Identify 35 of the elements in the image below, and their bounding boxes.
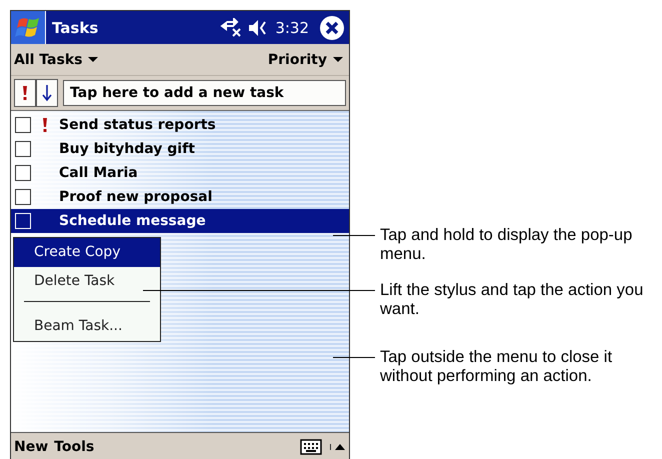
keyboard-icon[interactable] [300,438,322,454]
connectivity-icon[interactable] [219,18,244,38]
new-task-field[interactable]: Tap here to add a new task [63,80,346,106]
leader-line [333,357,375,358]
down-arrow-icon [42,84,52,102]
callout-text: Tap and hold to display the pop-up menu. [380,226,634,264]
checkbox[interactable] [15,189,31,205]
checkbox[interactable] [15,117,31,133]
caret-icon [88,56,98,62]
menu-item[interactable]: Delete Task [14,267,160,296]
high-priority-button[interactable] [14,79,36,107]
sort-dropdown[interactable]: Priority [268,52,343,68]
task-row[interactable]: Schedule message [11,209,349,233]
low-priority-button[interactable] [36,79,58,107]
task-row[interactable]: Send status reports [11,113,349,137]
menu-button[interactable]: Tools [54,438,94,454]
filter-dropdown[interactable]: All Tasks [14,52,98,68]
leader-line [333,235,375,236]
caret-icon [333,56,343,62]
up-arrow-icon[interactable] [330,444,345,450]
task-row[interactable]: Call Maria [11,161,349,185]
menu-item[interactable]: Beam Task... [14,312,160,341]
callout-text: Tap outside the menu to close it without performing an action. [380,348,614,386]
task-row[interactable]: Proof new proposal [11,185,349,209]
menu-item[interactable]: Create Copy [14,238,160,267]
start-button[interactable] [11,11,46,44]
menu-button[interactable]: New [14,438,48,454]
task-row[interactable]: Buy bityhday gift [11,137,349,161]
checkbox[interactable] [15,141,31,157]
callout-text: Lift the stylus and tap the action you want. [380,281,644,319]
checkbox[interactable] [15,165,31,181]
clock-time[interactable]: 3:32 [275,18,309,36]
window-title: Tasks [52,18,98,36]
exclamation-icon [22,85,28,101]
close-button[interactable] [319,14,345,40]
